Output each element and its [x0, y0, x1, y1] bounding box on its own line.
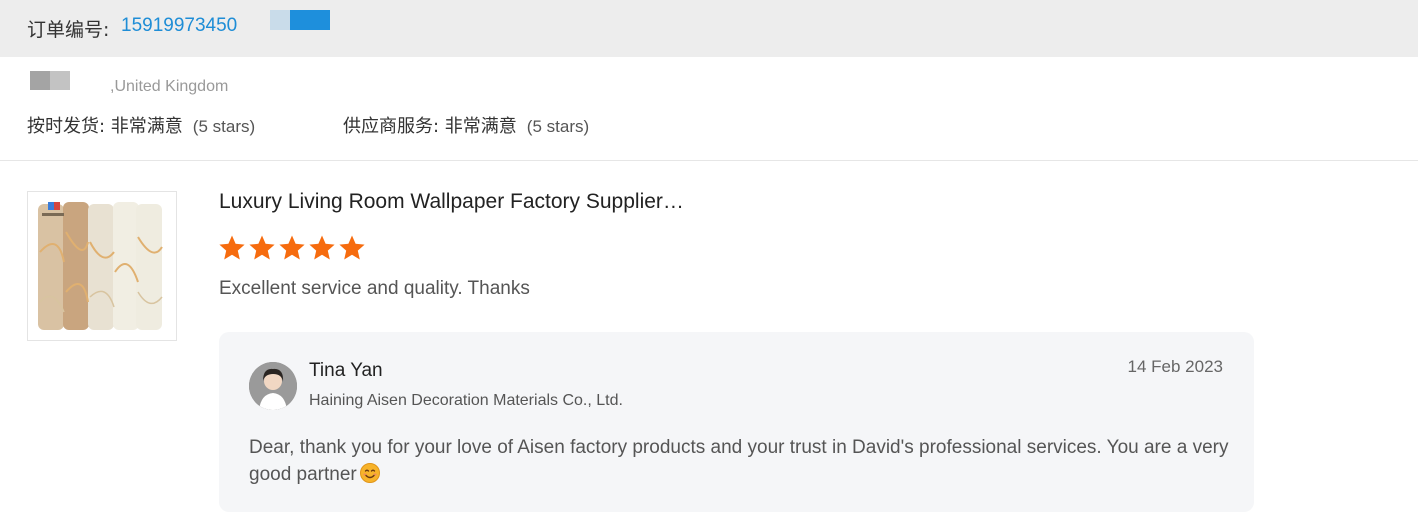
- rating-detail: (5 stars): [192, 117, 256, 136]
- rating-detail: (5 stars): [526, 117, 590, 136]
- order-header: 订单编号: 15919973450: [0, 0, 1418, 57]
- rating-label: 供应商服务: 非常满意: [343, 116, 517, 137]
- country-flag-icon-part: [290, 10, 330, 30]
- rating-on-time-delivery: 按时发货: 非常满意 (5 stars): [27, 112, 255, 138]
- buyer-avatar-icon: [30, 71, 50, 90]
- supplier-avatar: [249, 362, 297, 410]
- star-icon: [249, 235, 275, 260]
- order-number-link[interactable]: 15919973450: [121, 15, 237, 37]
- star-icon: [219, 235, 245, 260]
- star-icon: [309, 235, 335, 260]
- reply-message-text: Dear, thank you for your love of Aisen f…: [249, 437, 1229, 485]
- order-number-label: 订单编号:: [27, 19, 110, 41]
- product-title-link[interactable]: Luxury Living Room Wallpaper Factory Sup…: [219, 190, 684, 214]
- rating-supplier-service: 供应商服务: 非常满意 (5 stars): [343, 112, 589, 138]
- reply-message: Dear, thank you for your love of Aisen f…: [249, 434, 1229, 488]
- product-image[interactable]: [27, 191, 177, 341]
- country-flag-icon: [270, 10, 290, 30]
- review-comment: Excellent service and quality. Thanks: [219, 278, 530, 299]
- rating-label: 按时发货: 非常满意: [27, 116, 183, 137]
- supplier-reply: Tina Yan Haining Aisen Decoration Materi…: [219, 332, 1254, 512]
- supplier-name: Tina Yan: [309, 360, 383, 381]
- reply-date: 14 Feb 2023: [1127, 357, 1223, 376]
- buyer-avatar-icon-part: [50, 71, 70, 90]
- star-icon: [339, 235, 365, 260]
- star-icon: [279, 235, 305, 260]
- review-star-rating: [218, 234, 366, 262]
- buyer-country: ,United Kingdom: [110, 78, 229, 95]
- smiling-face-icon: [359, 463, 380, 483]
- supplier-company: Haining Aisen Decoration Materials Co., …: [309, 392, 623, 409]
- divider: [0, 160, 1418, 161]
